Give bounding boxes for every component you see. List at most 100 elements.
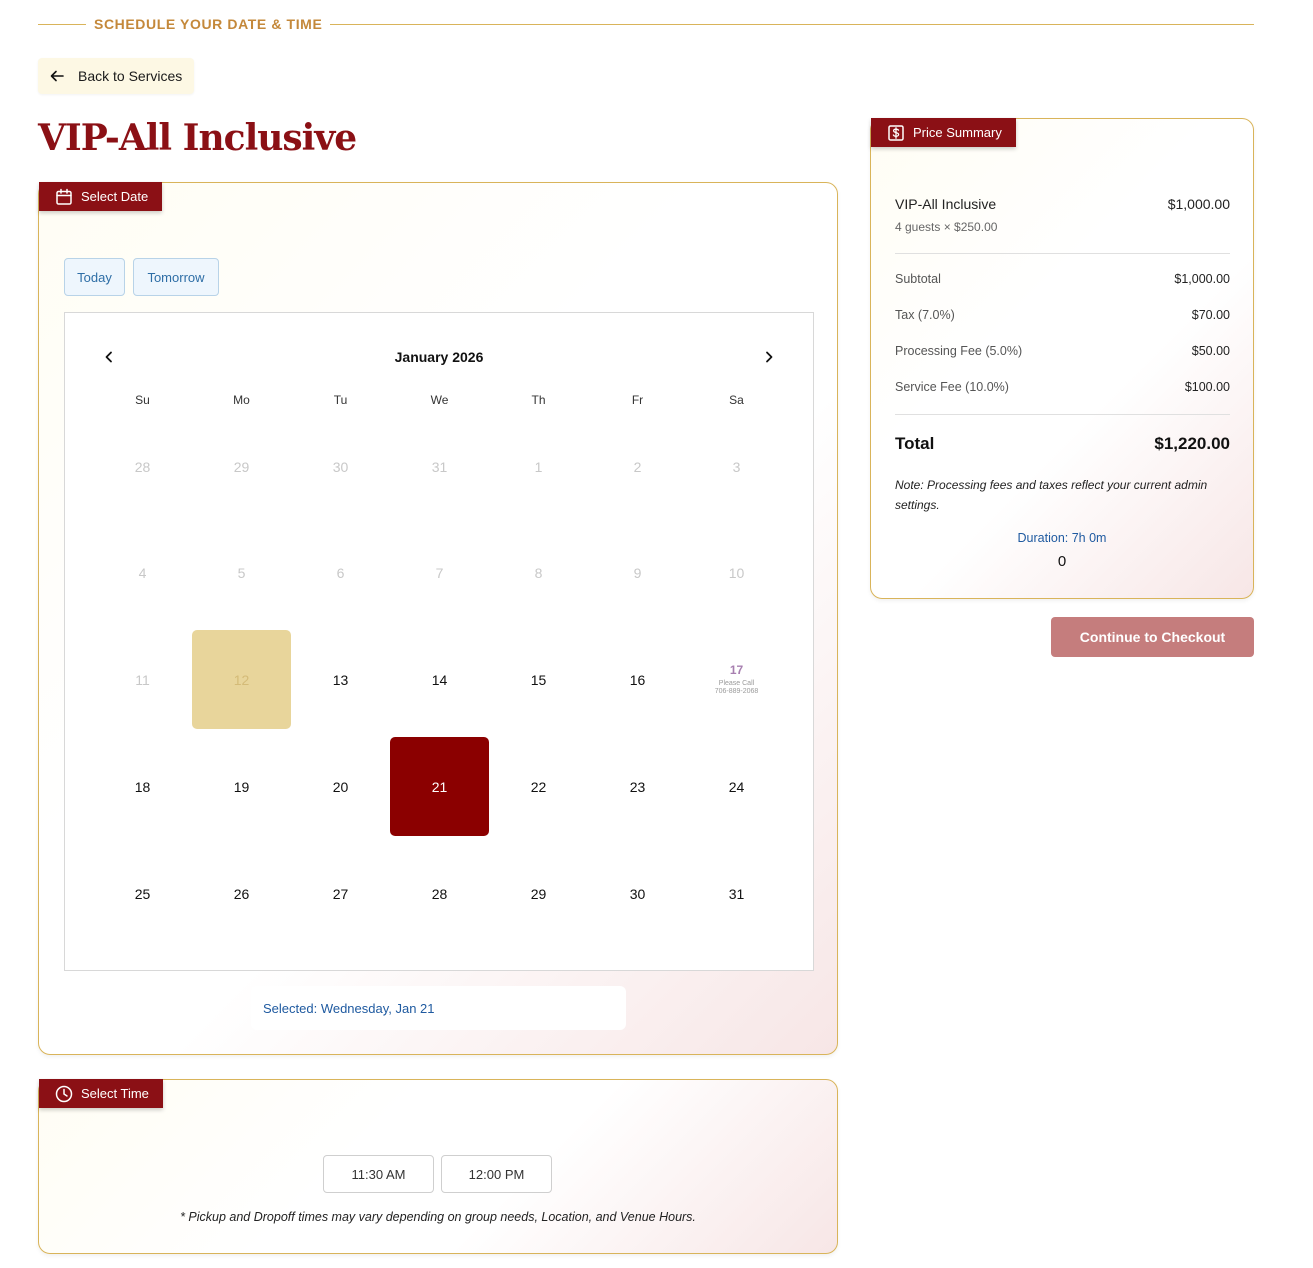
calendar-day: 30 — [332, 458, 349, 475]
weekday-header: Fr — [631, 393, 644, 407]
subtotal-label: Subtotal — [895, 272, 941, 286]
price-summary-label: Price Summary — [913, 125, 1002, 140]
calendar-day[interactable]: 14 — [390, 630, 489, 729]
count-value: 0 — [1057, 553, 1067, 570]
calendar-day[interactable]: 15 — [489, 630, 588, 729]
service-fee-row: Service Fee (10.0%) $100.00 — [895, 380, 1230, 394]
calendar-day: 28 — [134, 458, 151, 475]
calendar-day: 1 — [534, 458, 543, 475]
fee-note: Note: Processing fees and taxes reflect … — [895, 478, 1208, 512]
calendar-day-blocked: 12 — [192, 630, 291, 729]
calendar-day[interactable]: 25 — [93, 844, 192, 943]
line-item-detail: 4 guests × $250.00 — [895, 220, 998, 234]
back-button-label: Back to Services — [78, 68, 183, 84]
calendar-day-number: 17 — [729, 662, 744, 677]
calendar-day[interactable]: 19 — [192, 737, 291, 836]
section-heading: SCHEDULE YOUR DATE & TIME — [38, 14, 1254, 34]
selected-date-display: Selected: Wednesday, Jan 21 — [251, 986, 626, 1030]
dollar-icon — [888, 124, 904, 141]
processing-fee-label: Processing Fee (5.0%) — [895, 344, 1023, 358]
calendar-day[interactable]: 30 — [588, 844, 687, 943]
calendar-day[interactable]: 31 — [687, 844, 786, 943]
select-time-label: Select Time — [81, 1086, 149, 1101]
time-slot-1130am[interactable]: 11:30 AM — [323, 1155, 434, 1193]
calendar-day: 4 — [138, 564, 147, 581]
processing-fee-row: Processing Fee (5.0%) $50.00 — [895, 344, 1230, 358]
weekday-header: Th — [531, 393, 546, 407]
line-item-name: VIP-All Inclusive — [895, 196, 997, 212]
calendar: January 2026 Su Mo Tu We Th Fr Sa 28 29 30 31 1 2 3 4 5… — [64, 312, 814, 971]
calendar-day[interactable]: 29 — [489, 844, 588, 943]
select-date-tab: Select Date — [39, 182, 163, 211]
calendar-day: 11 — [135, 671, 150, 688]
calendar-day[interactable]: 27 — [291, 844, 390, 943]
subtotal-value: $1,000.00 — [1174, 272, 1230, 286]
calendar-day: 6 — [336, 564, 345, 581]
calendar-day: 3 — [732, 458, 741, 475]
chevron-right-icon — [766, 351, 773, 363]
calendar-day: 8 — [534, 564, 543, 581]
calendar-day[interactable]: 24 — [687, 737, 786, 836]
tax-row: Tax (7.0%) $70.00 — [895, 308, 1230, 322]
calendar-day[interactable]: 13 — [291, 630, 390, 729]
time-slot-1200pm[interactable]: 12:00 PM — [441, 1155, 552, 1193]
clock-icon — [55, 1085, 73, 1102]
calendar-day: 7 — [435, 564, 444, 581]
subtotal-row: Subtotal $1,000.00 — [895, 272, 1230, 286]
heading-rule-left — [38, 23, 86, 25]
time-disclaimer: * Pickup and Dropoff times may vary depe… — [180, 1210, 696, 1224]
duration-text: Duration: 7h 0m — [1017, 531, 1107, 545]
weekday-header: Sa — [729, 393, 744, 407]
price-summary-card: Price Summary VIP-All Inclusive $1,000.0… — [870, 118, 1254, 599]
calendar-day[interactable]: 22 — [489, 737, 588, 836]
select-date-label: Select Date — [81, 189, 149, 204]
total-row: Total $1,220.00 — [895, 434, 1230, 454]
total-label: Total — [895, 434, 935, 453]
tax-value: $70.00 — [1191, 308, 1230, 322]
line-item-price: $1,000.00 — [1167, 196, 1230, 212]
calendar-day[interactable]: 28 — [390, 844, 489, 943]
calendar-day: 10 — [728, 564, 745, 581]
arrow-left-icon — [50, 70, 64, 82]
page-heading: SCHEDULE YOUR DATE & TIME — [94, 16, 323, 32]
select-time-tab: Select Time — [39, 1079, 163, 1108]
price-summary-tab: Price Summary — [871, 118, 1016, 147]
tomorrow-button[interactable]: Tomorrow — [133, 258, 219, 296]
calendar-day[interactable]: 20 — [291, 737, 390, 836]
calendar-day[interactable]: 26 — [192, 844, 291, 943]
calendar-day[interactable]: 18 — [93, 737, 192, 836]
continue-to-checkout-button[interactable]: Continue to Checkout — [1051, 617, 1254, 657]
divider — [895, 253, 1230, 254]
back-to-services-button[interactable]: Back to Services — [38, 58, 195, 94]
divider — [895, 414, 1230, 415]
call-note-label: Please Call — [718, 679, 755, 687]
calendar-day[interactable]: 23 — [588, 737, 687, 836]
heading-rule-right — [330, 23, 1254, 25]
weekday-header: Mo — [233, 393, 250, 407]
total-value: $1,220.00 — [1154, 434, 1230, 453]
select-time-card: Select Time 11:30 AM 12:00 PM * Pickup a… — [38, 1079, 838, 1254]
call-note-phone: 706-889-2068 — [714, 688, 759, 695]
calendar-day: 9 — [633, 564, 642, 581]
calendar-icon — [56, 188, 72, 205]
calendar-day: 31 — [431, 458, 448, 475]
next-month-button[interactable] — [759, 347, 779, 367]
calendar-day-call[interactable]: 17 Please Call 706-889-2068 — [687, 630, 786, 729]
select-date-card: Select Date Today Tomorrow January 2026 … — [38, 182, 838, 1055]
calendar-day-selected[interactable]: 21 — [390, 737, 489, 836]
calendar-day: 5 — [237, 564, 246, 581]
line-item: VIP-All Inclusive $1,000.00 — [895, 196, 1230, 212]
service-fee-value: $100.00 — [1184, 380, 1230, 394]
calendar-day[interactable]: 16 — [588, 630, 687, 729]
service-fee-label: Service Fee (10.0%) — [895, 380, 1009, 394]
month-label: January 2026 — [394, 349, 484, 365]
service-title: VIP-All Inclusive — [38, 117, 357, 159]
processing-fee-value: $50.00 — [1191, 344, 1230, 358]
calendar-day: 29 — [233, 458, 250, 475]
calendar-day: 2 — [633, 458, 642, 475]
weekday-header: Su — [135, 393, 150, 407]
calendar-day-note: Please Call 706-889-2068 — [715, 680, 759, 697]
tax-label: Tax (7.0%) — [895, 308, 955, 322]
today-button[interactable]: Today — [64, 258, 125, 296]
weekday-header: We — [430, 393, 449, 407]
